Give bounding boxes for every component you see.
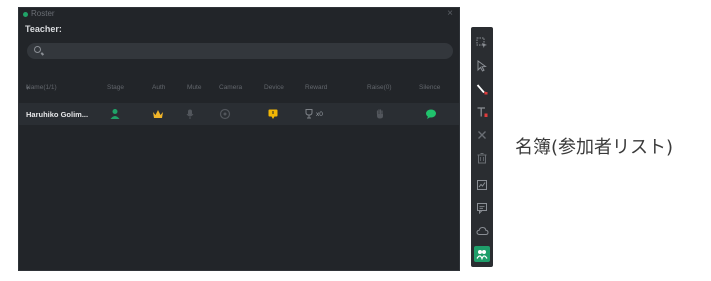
whiteboard-toolbar: [471, 27, 493, 267]
crown-icon[interactable]: [152, 108, 164, 120]
column-device: Device: [264, 84, 284, 91]
column-reward: Reward: [305, 84, 328, 91]
column-camera: Camera: [219, 84, 243, 91]
window-title: Roster: [31, 9, 55, 18]
column-silence: Silence: [419, 84, 441, 91]
whiteboard-icon[interactable]: [474, 177, 490, 193]
column-auth: Auth: [152, 84, 166, 91]
roster-panel: Roster × Teacher: Name(1/1) ▾ Stage Auth…: [18, 7, 460, 271]
raise-hand-icon[interactable]: [374, 108, 386, 120]
table-row[interactable]: Haruhiko Golim... x0: [19, 103, 459, 125]
text-icon[interactable]: [474, 104, 490, 120]
roster-caption: 名簿(参加者リスト): [515, 137, 674, 158]
student-name: Haruhiko Golim...: [26, 110, 89, 119]
selection-icon[interactable]: [474, 35, 490, 51]
chat-icon[interactable]: [474, 200, 490, 216]
teacher-label: Teacher:: [25, 24, 62, 34]
search-input[interactable]: [27, 43, 453, 59]
cloud-icon[interactable]: [474, 223, 490, 239]
trophy-icon: [305, 109, 313, 119]
column-stage: Stage: [107, 84, 124, 91]
microphone-icon[interactable]: [184, 108, 196, 120]
reward-count: x0: [316, 110, 323, 118]
pointer-icon[interactable]: [474, 58, 490, 74]
stage-icon[interactable]: [109, 108, 121, 120]
device-icon[interactable]: [267, 108, 279, 120]
trash-icon[interactable]: [474, 150, 490, 166]
app-dot-icon: [23, 12, 28, 17]
reward-cell[interactable]: x0: [304, 108, 330, 120]
column-mute: Mute: [187, 84, 202, 91]
column-name-label: Name(1/1): [26, 84, 57, 91]
pen-icon[interactable]: [474, 81, 490, 97]
search-icon: [34, 46, 41, 53]
camera-icon[interactable]: [219, 108, 231, 120]
roster-icon[interactable]: [474, 246, 490, 262]
title-bar: Roster ×: [19, 8, 459, 21]
sort-arrow-icon: ▾: [26, 85, 30, 92]
column-raised: Raise(0): [367, 84, 392, 91]
eraser-icon[interactable]: [474, 127, 490, 143]
roster-table-header: Name(1/1) ▾ Stage Auth Mute Camera Devic…: [19, 84, 459, 96]
chat-bubble-icon[interactable]: [425, 108, 437, 120]
close-icon[interactable]: ×: [447, 8, 453, 19]
